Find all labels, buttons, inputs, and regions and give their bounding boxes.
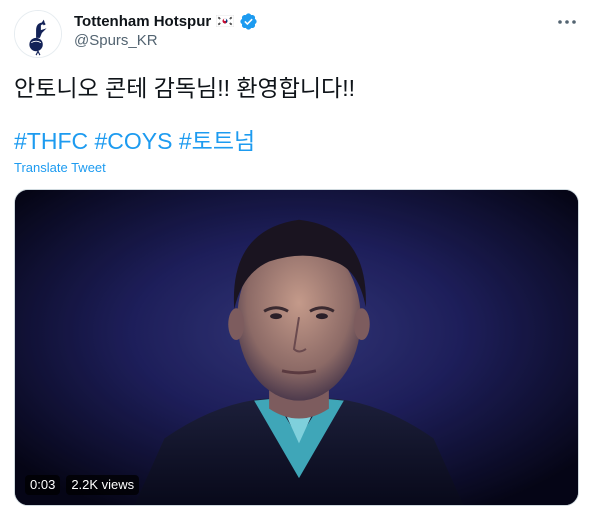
display-name[interactable]: Tottenham Hotspur [74,13,211,30]
hashtag-link[interactable]: #COYS [95,128,173,154]
video-overlay-badges: 0:03 2.2K views [25,475,140,495]
translate-tweet-link[interactable]: Translate Tweet [14,160,106,175]
hashtag-list: #THFC #COYS #토트넘 [14,127,255,155]
video-view-count: 2.2K views [66,475,140,495]
video-thumbnail [15,190,578,505]
tweet-card: Tottenham Hotspur @Spurs_KR 안토니오 콘테 감독님!… [0,0,591,513]
avatar[interactable] [14,10,62,58]
video-elapsed-time: 0:03 [25,475,61,495]
video-player[interactable]: 0:03 2.2K views [14,189,579,506]
hashtag-link[interactable]: #토트넘 [179,128,255,154]
more-options-icon[interactable] [555,12,579,32]
south-korea-flag-icon [216,15,235,27]
spurs-crest-icon [15,11,61,57]
verified-badge-icon [239,12,258,31]
hashtag-link[interactable]: #THFC [14,128,88,154]
account-handle[interactable]: @Spurs_KR [74,32,158,49]
tweet-text: 안토니오 콘테 감독님!! 환영합니다!! [14,75,355,101]
